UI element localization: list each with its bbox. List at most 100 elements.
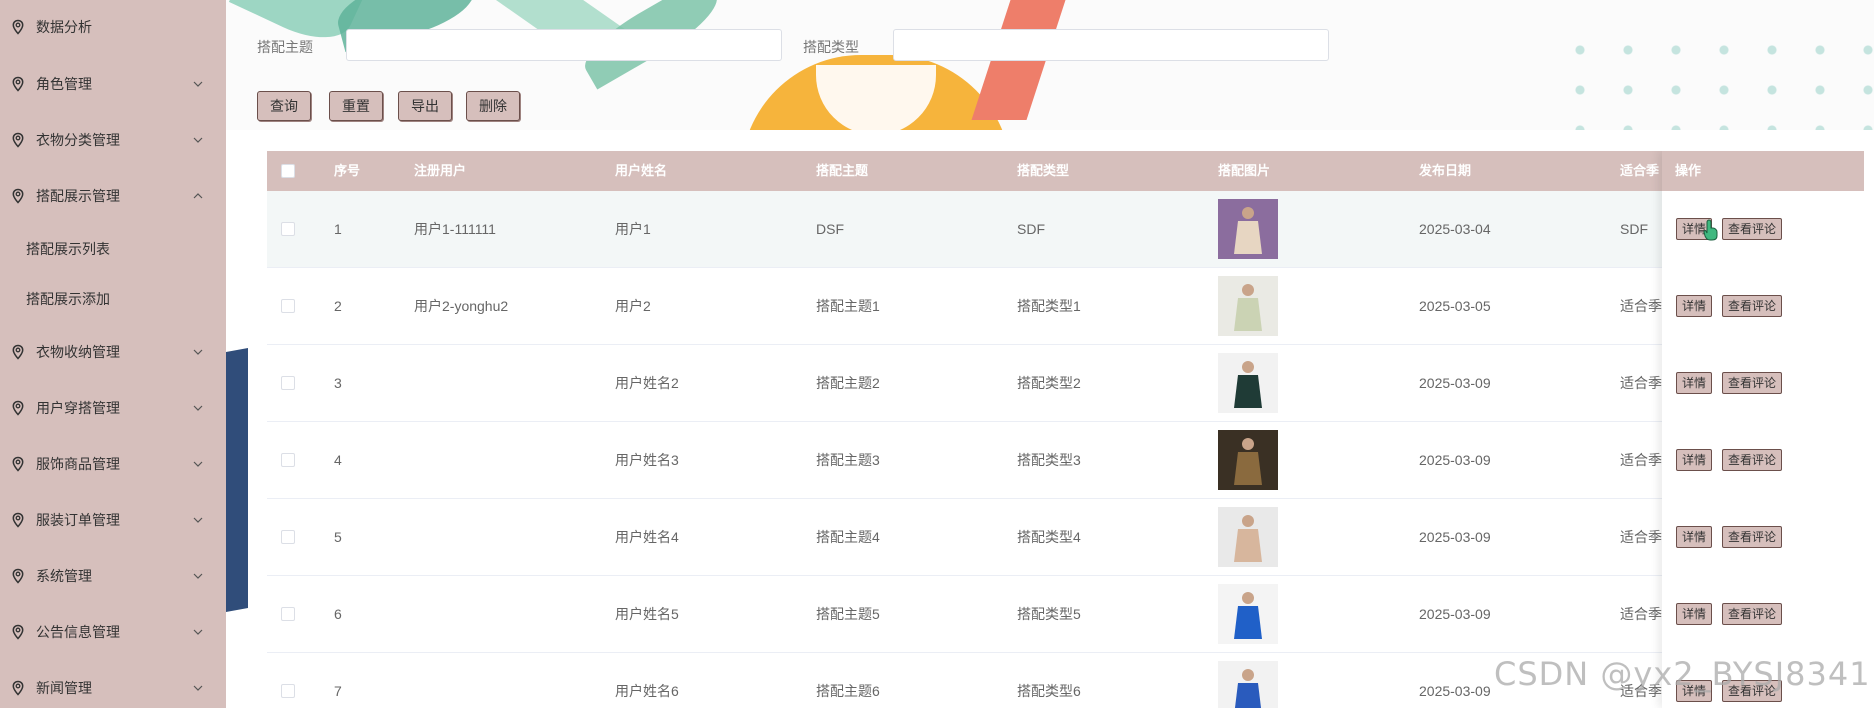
chevron-down-icon [193, 517, 203, 523]
chevron-down-icon [193, 405, 203, 411]
sidebar-item-7[interactable]: 服装订单管理 [0, 500, 226, 540]
table-row[interactable]: 1 用户1-111111 用户1 DSF SDF 2025-03-04 SDF [267, 191, 1864, 268]
outfit-image[interactable] [1218, 507, 1278, 567]
sidebar-subitem-outfit-list[interactable]: 搭配展示列表 [26, 234, 110, 264]
sidebar-item-8[interactable]: 系统管理 [0, 556, 226, 596]
detail-button[interactable]: 详情 [1676, 603, 1713, 625]
sidebar-item-0[interactable]: 数据分析 [0, 7, 226, 47]
table-row[interactable]: 4 用户姓名3 搭配主题3 搭配类型3 2025-03-09 适合季 [267, 422, 1864, 499]
detail-button[interactable]: 详情 [1676, 449, 1713, 471]
chevron-down-icon [193, 81, 203, 87]
view-comments-button[interactable]: 查看评论 [1722, 603, 1783, 625]
cell-user: 用户2-yonghu2 [414, 298, 509, 314]
cell-date: 2025-03-09 [1419, 606, 1491, 622]
detail-button[interactable]: 详情 [1676, 295, 1713, 317]
export-button[interactable]: 导出 [398, 91, 452, 121]
cell-index: 3 [334, 375, 342, 391]
cell-index: 4 [334, 452, 342, 468]
sidebar-item-3[interactable]: 搭配展示管理 [0, 176, 226, 216]
view-comments-button[interactable]: 查看评论 [1722, 526, 1783, 548]
sidebar-item-label: 新闻管理 [36, 680, 92, 696]
cell-type: SDF [1017, 221, 1045, 237]
cell-name: 用户姓名4 [615, 529, 679, 545]
delete-button[interactable]: 删除 [466, 91, 520, 121]
outfit-image[interactable] [1218, 353, 1278, 413]
chevron-down-icon [193, 629, 203, 635]
outfit-image[interactable] [1218, 584, 1278, 644]
sidebar-item-2[interactable]: 衣物分类管理 [0, 120, 226, 160]
sidebar-item-4[interactable]: 衣物收纳管理 [0, 332, 226, 372]
cell-theme: 搭配主题4 [816, 529, 880, 545]
select-all-checkbox[interactable] [281, 164, 295, 178]
location-pin-icon [12, 568, 24, 584]
sidebar-item-1[interactable]: 角色管理 [0, 64, 226, 104]
view-comments-button[interactable]: 查看评论 [1722, 372, 1783, 394]
cell-name: 用户姓名5 [615, 606, 679, 622]
location-pin-icon [12, 188, 24, 204]
cell-season: 适合季 [1620, 606, 1662, 622]
dot-pattern-decoration [1556, 30, 1874, 130]
header-date: 发布日期 [1419, 163, 1472, 178]
detail-button[interactable]: 详情 [1676, 526, 1713, 548]
row-checkbox[interactable] [281, 684, 295, 698]
cell-type: 搭配类型3 [1017, 452, 1081, 468]
row-checkbox[interactable] [281, 607, 295, 621]
query-button[interactable]: 查询 [257, 91, 311, 121]
cell-theme: 搭配主题5 [816, 606, 880, 622]
sidebar-item-label: 衣物收纳管理 [36, 344, 120, 360]
cell-index: 7 [334, 683, 342, 699]
outfit-image[interactable] [1218, 661, 1278, 708]
row-checkbox[interactable] [281, 530, 295, 544]
cell-type: 搭配类型6 [1017, 683, 1081, 699]
cell-season: SDF [1620, 221, 1648, 237]
outfit-image[interactable] [1218, 430, 1278, 490]
header-index: 序号 [334, 163, 361, 178]
location-pin-icon [12, 344, 24, 360]
header-image: 搭配图片 [1218, 163, 1271, 178]
cell-type: 搭配类型4 [1017, 529, 1081, 545]
view-comments-button[interactable]: 查看评论 [1722, 218, 1783, 240]
cell-theme: DSF [816, 221, 844, 237]
table-row[interactable]: 5 用户姓名4 搭配主题4 搭配类型4 2025-03-09 适合季 [267, 499, 1864, 576]
theme-search-input[interactable] [346, 29, 782, 61]
row-checkbox[interactable] [281, 222, 295, 236]
cell-date: 2025-03-09 [1419, 529, 1491, 545]
outfit-image[interactable] [1218, 199, 1278, 259]
reset-button[interactable]: 重置 [329, 91, 383, 121]
chevron-down-icon [193, 685, 203, 691]
detail-button[interactable]: 详情 [1676, 372, 1713, 394]
row-checkbox[interactable] [281, 453, 295, 467]
table-header: 序号 注册用户 用户姓名 搭配主题 搭配类型 搭配图片 发布日期 适合季 [267, 151, 1864, 191]
chevron-down-icon [193, 349, 203, 355]
data-table: 序号 注册用户 用户姓名 搭配主题 搭配类型 搭配图片 发布日期 适合季 1 用户… [267, 151, 1864, 708]
outfit-image[interactable] [1218, 276, 1278, 336]
type-search-input[interactable] [893, 29, 1329, 61]
sidebar-item-5[interactable]: 用户穿搭管理 [0, 388, 226, 428]
row-checkbox[interactable] [281, 376, 295, 390]
location-pin-icon [12, 456, 24, 472]
location-pin-icon [12, 400, 24, 416]
cell-index: 5 [334, 529, 342, 545]
view-comments-button[interactable]: 查看评论 [1722, 295, 1783, 317]
header-type: 搭配类型 [1017, 163, 1070, 178]
sidebar-item-10[interactable]: 新闻管理 [0, 668, 226, 708]
cell-type: 搭配类型5 [1017, 606, 1081, 622]
sidebar: 数据分析角色管理衣物分类管理搭配展示管理 衣物收纳管理用户穿搭管理 服饰商品管理服装… [0, 0, 226, 708]
sidebar-item-label: 系统管理 [36, 568, 92, 584]
row-checkbox[interactable] [281, 299, 295, 313]
cell-theme: 搭配主题1 [816, 298, 880, 314]
table-row[interactable]: 6 用户姓名5 搭配主题5 搭配类型5 2025-03-09 适合季 [267, 576, 1864, 653]
table-row[interactable]: 2 用户2-yonghu2 用户2 搭配主题1 搭配类型1 2025-03-05 适合季 [267, 268, 1864, 345]
operations-column: 操作 详情 查看评论 详情 查看评论 详情 查看评论 详情 查看评论 详情 查看评论 详情 查看评论详… [1662, 151, 1864, 708]
sidebar-item-label: 搭配展示管理 [36, 188, 120, 204]
view-comments-button[interactable]: 查看评论 [1722, 449, 1783, 471]
location-pin-icon [12, 76, 24, 92]
sidebar-item-label: 服装订单管理 [36, 512, 120, 528]
table-row[interactable]: 3 用户姓名2 搭配主题2 搭配类型2 2025-03-09 适合季 [267, 345, 1864, 422]
cell-theme: 搭配主题2 [816, 375, 880, 391]
sidebar-item-9[interactable]: 公告信息管理 [0, 612, 226, 652]
sidebar-subitem-outfit-add[interactable]: 搭配展示添加 [26, 284, 110, 314]
hand-cursor-icon [1703, 219, 1718, 241]
location-pin-icon [12, 19, 24, 35]
sidebar-item-6[interactable]: 服饰商品管理 [0, 444, 226, 484]
